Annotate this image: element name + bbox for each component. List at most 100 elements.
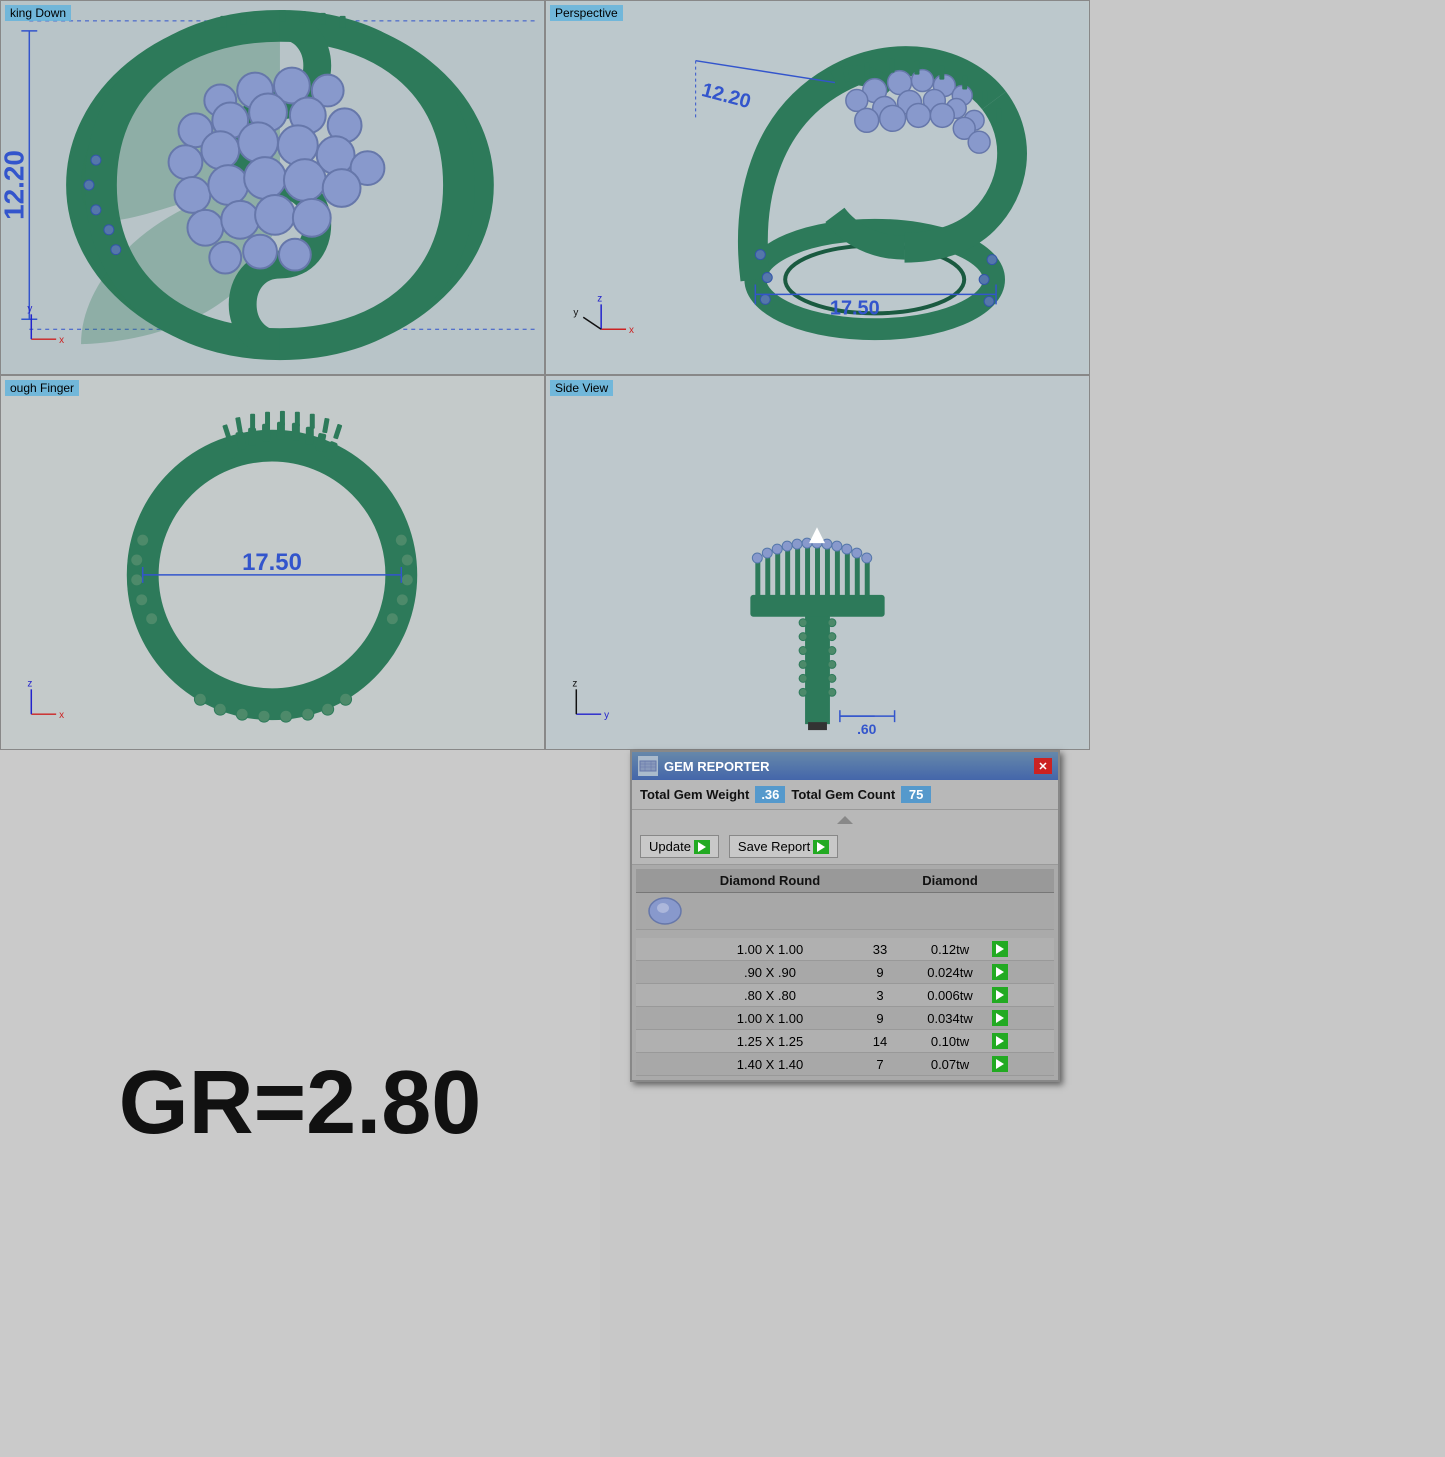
- row-4-size: 1.25 X 1.25: [690, 1033, 850, 1050]
- expand-arrow[interactable]: [632, 810, 1058, 829]
- row-1-empty: [640, 971, 690, 973]
- svg-text:x: x: [629, 325, 634, 336]
- row-2-action[interactable]: [990, 986, 1010, 1004]
- total-gem-count-value: 75: [901, 786, 931, 803]
- save-report-button[interactable]: Save Report: [729, 835, 838, 858]
- row-3-arrow-icon: [996, 1013, 1004, 1023]
- table-row-3: 1.00 X 1.00 9 0.034tw: [636, 1007, 1054, 1030]
- row-0-action: [990, 910, 1010, 912]
- svg-text:17.50: 17.50: [830, 297, 880, 319]
- gem-reporter-icon: [638, 756, 658, 776]
- gr-value: GR=2.80: [119, 1052, 482, 1155]
- row-4-action[interactable]: [990, 1032, 1010, 1050]
- table-row-5: 1.40 X 1.40 7 0.07tw: [636, 1053, 1054, 1076]
- main-container: king Down 12.20: [0, 0, 1445, 1457]
- row-0-size: [690, 910, 850, 912]
- gem-reporter-panel: GEM REPORTER ✕ Total Gem Weight .36 Tota…: [630, 750, 1060, 1082]
- row-0-weight: 0.12tw: [910, 941, 990, 958]
- row-5-action[interactable]: [990, 1055, 1010, 1073]
- row-5-empty: [640, 1063, 690, 1065]
- row-0-count: [850, 910, 910, 912]
- svg-text:x: x: [59, 710, 64, 721]
- svg-text:y: y: [604, 710, 609, 721]
- table-row-1: .90 X .90 9 0.024tw: [636, 961, 1054, 984]
- total-gem-weight-label: Total Gem Weight: [640, 787, 749, 802]
- row-4-count: 14: [850, 1033, 910, 1050]
- viewport-topright[interactable]: Perspective: [545, 0, 1090, 375]
- total-gem-count-label: Total Gem Count: [791, 787, 895, 802]
- svg-text:z: z: [27, 678, 32, 689]
- row-1-size: .90 X .90: [690, 964, 850, 981]
- row-3-action[interactable]: [990, 1009, 1010, 1027]
- svg-text:z: z: [597, 293, 602, 304]
- row-0-arrow-button[interactable]: [992, 941, 1008, 957]
- update-play-icon: [694, 840, 710, 854]
- row-3-size: 1.00 X 1.00: [690, 1010, 850, 1027]
- row-3-arrow-button[interactable]: [992, 1010, 1008, 1026]
- row-1-action[interactable]: [990, 963, 1010, 981]
- svg-text:y: y: [573, 307, 578, 318]
- gem-buttons-bar: Update Save Report: [632, 829, 1058, 865]
- row-0-action[interactable]: [990, 940, 1010, 958]
- row-5-count: 7: [850, 1056, 910, 1073]
- header-col-blank: [850, 872, 910, 889]
- gem-table-header: Diamond Round Diamond: [636, 869, 1054, 893]
- gem-data-table: 1.00 X 1.00 33 0.12tw .90 X .90 9 0.024t…: [632, 934, 1058, 1080]
- row-0-arrow-icon: [996, 944, 1004, 954]
- row-2-arrow-icon: [996, 990, 1004, 1000]
- row-3-count: 9: [850, 1010, 910, 1027]
- row-5-weight: 0.07tw: [910, 1056, 990, 1073]
- viewport-topleft[interactable]: king Down 12.20: [0, 0, 545, 375]
- gem-table: Diamond Round Diamond: [632, 865, 1058, 934]
- gem-icon-cell: [640, 895, 690, 927]
- svg-text:z: z: [572, 678, 577, 689]
- gem-reporter-titlebar: GEM REPORTER ✕: [632, 752, 1058, 780]
- save-play-icon: [813, 840, 829, 854]
- row-5-arrow-icon: [996, 1059, 1004, 1069]
- row-2-weight: 0.006tw: [910, 987, 990, 1004]
- header-col-diamond: Diamond: [910, 872, 990, 889]
- svg-text:.60: .60: [857, 721, 877, 737]
- row-3-weight: 0.034tw: [910, 1010, 990, 1027]
- row-5-size: 1.40 X 1.40: [690, 1056, 850, 1073]
- total-gem-weight-value: .36: [755, 786, 785, 803]
- viewport-grid: king Down 12.20: [0, 0, 1090, 750]
- update-label: Update: [649, 839, 691, 854]
- play-triangle-icon: [698, 842, 706, 852]
- row-2-size: .80 X .80: [690, 987, 850, 1004]
- row-0-weight: [910, 910, 990, 912]
- viewport-botleft-label: ough Finger: [5, 380, 79, 396]
- save-report-label: Save Report: [738, 839, 810, 854]
- table-row-icon: [636, 893, 1054, 930]
- save-play-triangle-icon: [817, 842, 825, 852]
- row-1-weight: 0.024tw: [910, 964, 990, 981]
- update-button[interactable]: Update: [640, 835, 719, 858]
- table-row-0: 1.00 X 1.00 33 0.12tw: [636, 938, 1054, 961]
- row-5-arrow-button[interactable]: [992, 1056, 1008, 1072]
- viewport-topright-label: Perspective: [550, 5, 623, 21]
- row-4-empty: [640, 1040, 690, 1042]
- header-col-type: Diamond Round: [690, 872, 850, 889]
- header-col-action: [990, 872, 1010, 889]
- row-1-count: 9: [850, 964, 910, 981]
- row-2-empty: [640, 994, 690, 996]
- row-4-arrow-button[interactable]: [992, 1033, 1008, 1049]
- row-1-arrow-button[interactable]: [992, 964, 1008, 980]
- table-row-4: 1.25 X 1.25 14 0.10tw: [636, 1030, 1054, 1053]
- row-1-arrow-icon: [996, 967, 1004, 977]
- row-2-arrow-button[interactable]: [992, 987, 1008, 1003]
- svg-text:y: y: [27, 303, 32, 314]
- viewport-topleft-label: king Down: [5, 5, 71, 21]
- viewport-botleft[interactable]: ough Finger: [0, 375, 545, 750]
- gem-reporter-close-button[interactable]: ✕: [1034, 758, 1052, 774]
- gem-info-bar: Total Gem Weight .36 Total Gem Count 75: [632, 780, 1058, 810]
- row-4-arrow-icon: [996, 1036, 1004, 1046]
- row-0-count: 33: [850, 941, 910, 958]
- viewport-botright[interactable]: Side View: [545, 375, 1090, 750]
- row-4-weight: 0.10tw: [910, 1033, 990, 1050]
- viewport-botright-label: Side View: [550, 380, 613, 396]
- row-0-size: 1.00 X 1.00: [690, 941, 850, 958]
- row-3-empty: [640, 1017, 690, 1019]
- bottom-area: GR=2.80: [0, 750, 600, 1457]
- table-row-2: .80 X .80 3 0.006tw: [636, 984, 1054, 1007]
